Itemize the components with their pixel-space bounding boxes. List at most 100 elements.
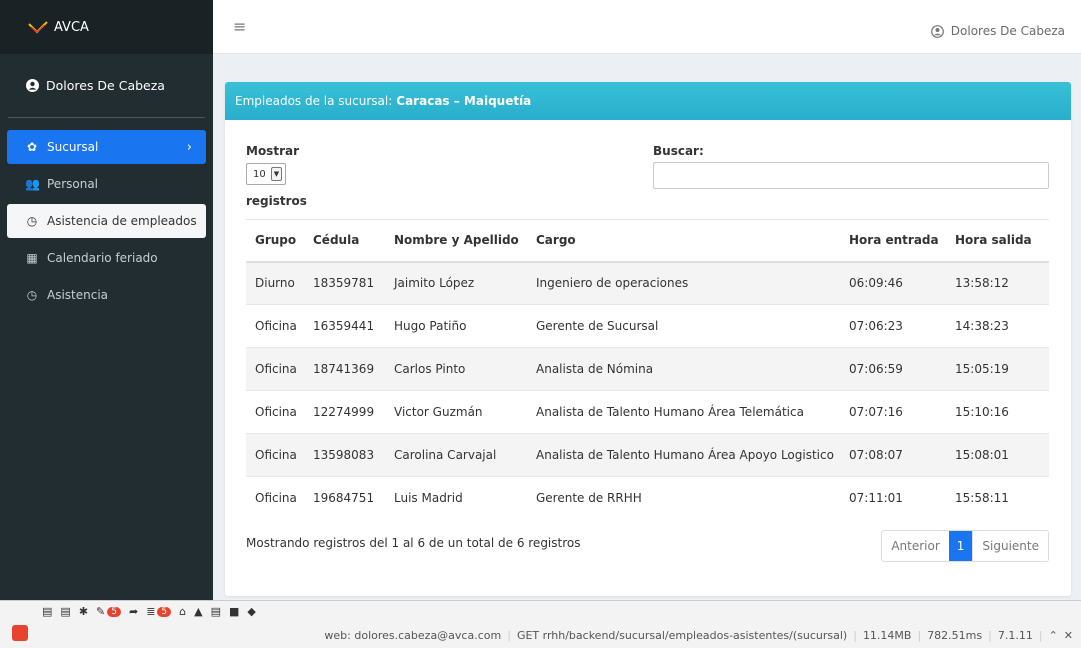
cell-grupo: Oficina	[246, 433, 304, 477]
toggle-up-icon[interactable]: ⌃	[1049, 629, 1058, 642]
sidebar-item-personal[interactable]: 👥 Personal	[7, 167, 206, 201]
sidebar-item-label: Asistencia	[47, 288, 109, 302]
debug-memory: 11.14MB	[862, 629, 912, 642]
sidebar-item-label: Calendario feriado	[47, 251, 158, 265]
gears-icon: ✿	[26, 140, 38, 154]
cell-cedula: 19684751	[304, 476, 385, 520]
bug-icon[interactable]: ✱	[79, 605, 88, 618]
lock-open-icon[interactable]: ⌂	[179, 605, 186, 618]
col-hora-entrada[interactable]: Hora entrada	[840, 219, 946, 263]
close-icon[interactable]: ✕	[1064, 629, 1073, 642]
request-icon[interactable]: ▤	[42, 605, 52, 618]
box-title-prefix: Empleados de la sucursal:	[235, 94, 393, 108]
sidebar-item-label: Asistencia de empleados	[47, 214, 197, 228]
col-hora-salida[interactable]: Hora salida	[946, 219, 1049, 263]
cell-cargo: Analista de Talento Humano Área Apoyo Lo…	[527, 433, 840, 477]
debug-route: GET rrhh/backend/sucursal/empleados-asis…	[516, 629, 848, 642]
col-grupo[interactable]: Grupo	[246, 219, 304, 263]
debug-version: 7.1.11	[997, 629, 1033, 642]
cell-grupo: Oficina	[246, 304, 304, 348]
cell-cargo: Analista de Talento Humano Área Telemáti…	[527, 390, 840, 434]
debug-status: web: dolores.cabeza@avca.com | GET rrhh/…	[324, 629, 1073, 642]
cell-cargo: Gerente de RRHH	[527, 476, 840, 520]
page-1-button[interactable]: 1	[948, 531, 973, 561]
sidebar-item-label: Personal	[47, 177, 99, 191]
table-row: Oficina 19684751 Luis Madrid Gerente de …	[246, 476, 1049, 520]
box-title-branch: Caracas – Maiquetía	[396, 94, 532, 108]
archive-icon[interactable]: ■	[229, 605, 239, 618]
lock-icon[interactable]: ▲	[194, 605, 202, 618]
debug-toolbar: ▤ ▤ ✱ ✎ 5 ➦ ≣ 5 ⌂ ▲ ▤ ■ ◆ web: dolores.c…	[0, 600, 1081, 648]
col-cedula[interactable]: Cédula	[304, 219, 385, 263]
redirect-icon[interactable]: ➦	[129, 605, 138, 618]
cell-cedula: 18741369	[304, 347, 385, 391]
sidebar-item-asistencia[interactable]: ◷ Asistencia	[7, 278, 206, 312]
cell-cargo: Analista de Nómina	[527, 347, 840, 391]
hamburger-menu-icon[interactable]: ≡	[233, 17, 246, 36]
top-user-name: Dolores De Cabeza	[950, 24, 1065, 38]
top-user-menu[interactable]: Dolores De Cabeza	[930, 24, 1065, 38]
debug-time: 782.51ms	[927, 629, 983, 642]
cell-hora-entrada: 07:08:07	[840, 433, 946, 477]
cell-hora-entrada: 07:06:59	[840, 347, 946, 391]
sidebar-menu: ✿ Sucursal › 👥 Personal ◷ Asistencia de …	[0, 130, 213, 312]
user-panel: Dolores De Cabeza	[8, 54, 205, 118]
cell-hora-salida: 15:10:16	[946, 390, 1049, 434]
top-header: ≡ Dolores De Cabeza	[213, 0, 1081, 54]
leaf-icon[interactable]: ✎	[96, 605, 105, 618]
box-header: Empleados de la sucursal: Caracas – Maiq…	[225, 82, 1071, 120]
search-input[interactable]	[653, 162, 1049, 189]
employees-box: Empleados de la sucursal: Caracas – Maiq…	[225, 82, 1071, 596]
calendar-icon: ▦	[26, 251, 38, 265]
mail-icon[interactable]: ▤	[211, 605, 221, 618]
cell-grupo: Oficina	[246, 347, 304, 391]
clock-icon: ◷	[26, 214, 38, 228]
records-label: registros	[246, 194, 307, 208]
table-row: Oficina 18741369 Carlos Pinto Analista d…	[246, 347, 1049, 391]
page-length-select[interactable]: 10 ▼	[246, 163, 286, 185]
debugbar-logo-icon[interactable]	[12, 625, 28, 641]
table-row: Oficina 13598083 Carolina Carvajal Anali…	[246, 433, 1049, 477]
col-cargo[interactable]: Cargo	[527, 219, 840, 263]
chevron-down-icon: ▼	[271, 167, 282, 181]
sidebar-item-calendario-feriado[interactable]: ▦ Calendario feriado	[7, 241, 206, 275]
brand[interactable]: AVCA	[0, 0, 213, 54]
cell-cedula: 13598083	[304, 433, 385, 477]
cell-hora-entrada: 07:11:01	[840, 476, 946, 520]
database-icon[interactable]: ≣	[146, 605, 155, 618]
sidebar: AVCA Dolores De Cabeza ✿ Sucursal › 👥 Pe…	[0, 0, 213, 600]
table-info: Mostrando registros del 1 al 6 de un tot…	[246, 536, 581, 550]
cell-hora-entrada: 07:06:23	[840, 304, 946, 348]
table-header-row: Grupo Cédula Nombre y Apellido Cargo Hor…	[246, 219, 1049, 263]
cell-nombre: Carolina Carvajal	[385, 433, 527, 477]
next-page-button[interactable]: Siguiente	[972, 531, 1048, 561]
debug-user: web: dolores.cabeza@avca.com	[324, 629, 502, 642]
search-label: Buscar:	[653, 144, 704, 158]
col-nombre[interactable]: Nombre y Apellido	[385, 219, 527, 263]
table-row: Diurno 18359781 Jaimito López Ingeniero …	[246, 261, 1049, 305]
cell-grupo: Diurno	[246, 261, 304, 305]
cell-nombre: Victor Guzmán	[385, 390, 527, 434]
cell-nombre: Carlos Pinto	[385, 347, 527, 391]
cell-grupo: Oficina	[246, 390, 304, 434]
cell-nombre: Luis Madrid	[385, 476, 527, 520]
sidebar-item-asistencia-empleados[interactable]: ◷ Asistencia de empleados	[7, 204, 206, 238]
cell-cargo: Ingeniero de operaciones	[527, 261, 840, 305]
prev-page-button[interactable]: Anterior	[882, 531, 948, 561]
tag-icon[interactable]: ◆	[247, 605, 255, 618]
sidebar-item-label: Sucursal	[47, 140, 99, 154]
log-icon[interactable]: ▤	[60, 605, 70, 618]
cell-grupo: Oficina	[246, 476, 304, 520]
cell-cedula: 18359781	[304, 261, 385, 305]
user-circle-icon	[930, 24, 944, 38]
cell-hora-salida: 14:38:23	[946, 304, 1049, 348]
badge-count: 5	[157, 606, 172, 617]
sidebar-item-sucursal[interactable]: ✿ Sucursal ›	[7, 130, 206, 164]
cell-cedula: 16359441	[304, 304, 385, 348]
badge-count: 5	[107, 606, 121, 617]
pagination: Anterior 1 Siguiente	[881, 530, 1049, 562]
cell-cargo: Gerente de Sucursal	[527, 304, 840, 348]
user-panel-name: Dolores De Cabeza	[46, 78, 165, 93]
clock-icon: ◷	[26, 288, 38, 302]
cell-hora-entrada: 06:09:46	[840, 261, 946, 305]
